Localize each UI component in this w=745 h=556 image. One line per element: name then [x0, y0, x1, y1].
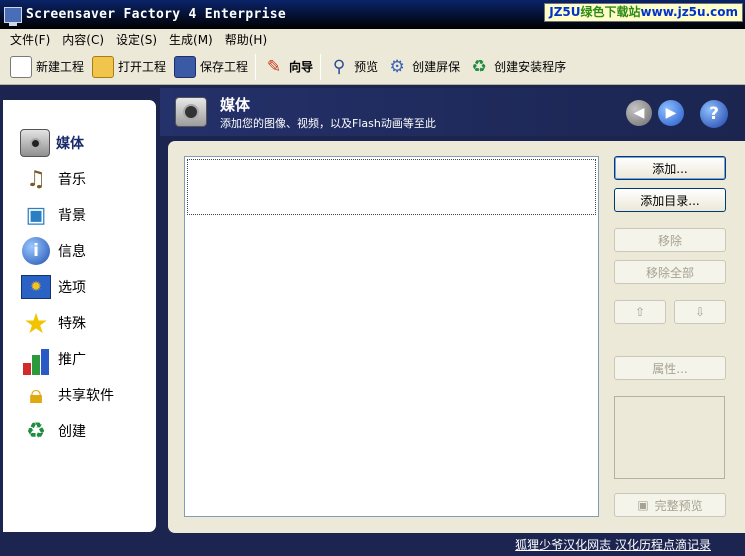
new-project-button[interactable]: 新建工程: [6, 52, 88, 82]
sidebar-item-label: 共享软件: [58, 388, 114, 404]
app-monitor-icon: [4, 6, 22, 26]
menu-content[interactable]: 内容(C): [56, 31, 110, 48]
full-preview-label: 完整预览: [654, 498, 703, 513]
sidebar-item-label: 特殊: [58, 316, 86, 332]
sidebar-item-build[interactable]: ♻ 创建: [20, 415, 150, 447]
forward-arrow-icon[interactable]: ▶: [658, 100, 684, 126]
magnifier-icon: ⚲: [332, 56, 346, 77]
watermark-url: www.jz5u.com: [640, 5, 738, 19]
sidebar: 媒体 ♫ 音乐 ▣ 背景 i 信息 ✹ 选项 ★ 特殊 推广 🔒︎ 共享软件 ♻…: [3, 100, 156, 532]
sidebar-item-background[interactable]: ▣ 背景: [20, 199, 150, 231]
magic-wand-icon: ✎: [266, 56, 282, 77]
watermark-brand: JZ5U: [549, 5, 581, 19]
wizard-label: 向导: [289, 60, 314, 74]
sidebar-item-info[interactable]: i 信息: [20, 235, 150, 267]
window-title: Screensaver Factory 4 Enterprise: [26, 7, 287, 22]
add-folder-button[interactable]: 添加目录...: [614, 188, 726, 212]
star-icon: ★: [23, 306, 49, 340]
sidebar-item-options[interactable]: ✹ 选项: [20, 271, 150, 303]
move-down-button[interactable]: ⇩: [674, 300, 726, 324]
build-icon: ♻: [26, 418, 46, 444]
camera-icon: [20, 129, 50, 157]
add-button[interactable]: 添加...: [614, 156, 726, 180]
sidebar-item-media[interactable]: 媒体: [20, 127, 150, 159]
preview-button[interactable]: ⚲ 预览: [324, 52, 382, 82]
options-icon: ✹: [20, 271, 52, 303]
menu-settings[interactable]: 设定(S): [110, 31, 163, 48]
toolbar: 新建工程 打开工程 保存工程 ✎ 向导 ⚲ 预览 ⚙ 创建屏保 ♻ 创建安装程序: [0, 49, 745, 85]
menu-bar: 文件(F) 内容(C) 设定(S) 生成(M) 帮助(H): [0, 29, 745, 49]
remove-button[interactable]: 移除: [614, 228, 726, 252]
save-project-label: 保存工程: [200, 60, 249, 74]
build-screensaver-button[interactable]: ⚙ 创建屏保: [382, 52, 464, 82]
full-preview-button[interactable]: ▣ 完整预览: [614, 493, 726, 517]
build-screensaver-label: 创建屏保: [412, 60, 461, 74]
save-project-button[interactable]: 保存工程: [170, 52, 252, 82]
sidebar-item-promotion[interactable]: 推广: [20, 343, 150, 375]
open-project-label: 打开工程: [118, 60, 167, 74]
build-installer-button[interactable]: ♻ 创建安装程序: [464, 52, 570, 82]
preview-label: 预览: [354, 60, 379, 74]
remove-all-button[interactable]: 移除全部: [614, 260, 726, 284]
preview-window-icon: ▣: [637, 498, 649, 512]
sidebar-item-special[interactable]: ★ 特殊: [20, 306, 150, 340]
installer-icon: ♻: [471, 56, 487, 77]
properties-button[interactable]: 属性...: [614, 356, 726, 380]
toolbar-separator: [255, 53, 257, 80]
music-icon: ♫: [26, 166, 46, 192]
list-focus-item[interactable]: [187, 159, 596, 215]
promotion-icon: [20, 343, 52, 375]
down-arrow-icon: ⇩: [694, 305, 706, 319]
footer: 狐狸少爷汉化网志 汉化历程点滴记录: [0, 533, 745, 556]
sidebar-item-label: 选项: [58, 280, 86, 296]
open-folder-icon: [92, 55, 115, 78]
footer-link[interactable]: 狐狸少爷汉化网志 汉化历程点滴记录: [515, 536, 711, 553]
sidebar-item-label: 背景: [58, 208, 86, 224]
sidebar-item-label: 信息: [58, 244, 86, 260]
up-arrow-icon: ⇧: [634, 305, 646, 319]
sidebar-item-label: 创建: [58, 424, 86, 440]
new-project-label: 新建工程: [36, 60, 85, 74]
build-installer-label: 创建安装程序: [494, 60, 567, 74]
page-subtitle: 添加您的图像、视频，以及Flash动画等至此: [220, 117, 436, 130]
sidebar-item-music[interactable]: ♫ 音乐: [20, 163, 150, 195]
open-project-button[interactable]: 打开工程: [88, 52, 170, 82]
background-icon: ▣: [25, 202, 47, 228]
gear-icon: ⚙: [389, 56, 405, 77]
menu-help[interactable]: 帮助(H): [219, 31, 273, 48]
sidebar-item-label: 音乐: [58, 172, 86, 188]
menu-build[interactable]: 生成(M): [163, 31, 219, 48]
camera-icon: [175, 97, 207, 127]
watermark-site-name: 绿色下载站: [580, 5, 641, 19]
move-up-button[interactable]: ⇧: [614, 300, 666, 324]
page-title: 媒体: [220, 96, 251, 114]
info-icon: i: [20, 235, 52, 267]
help-icon[interactable]: ?: [700, 100, 728, 128]
back-arrow-icon[interactable]: ◀: [626, 100, 652, 126]
sidebar-item-shareware[interactable]: 🔒︎ 共享软件: [20, 379, 150, 411]
thumbnail-preview: [614, 396, 725, 479]
media-list[interactable]: [184, 156, 599, 517]
wizard-button[interactable]: ✎ 向导: [259, 52, 317, 82]
sidebar-item-label: 媒体: [56, 136, 84, 152]
toolbar-separator: [320, 53, 322, 80]
watermark-badge: JZ5U 绿色下载站 www.jz5u.com: [544, 3, 743, 22]
menu-file[interactable]: 文件(F): [4, 31, 56, 48]
save-disk-icon: [174, 55, 197, 78]
lock-icon: 🔒︎: [29, 379, 43, 410]
new-file-icon: [10, 55, 32, 78]
sidebar-item-label: 推广: [58, 352, 86, 368]
